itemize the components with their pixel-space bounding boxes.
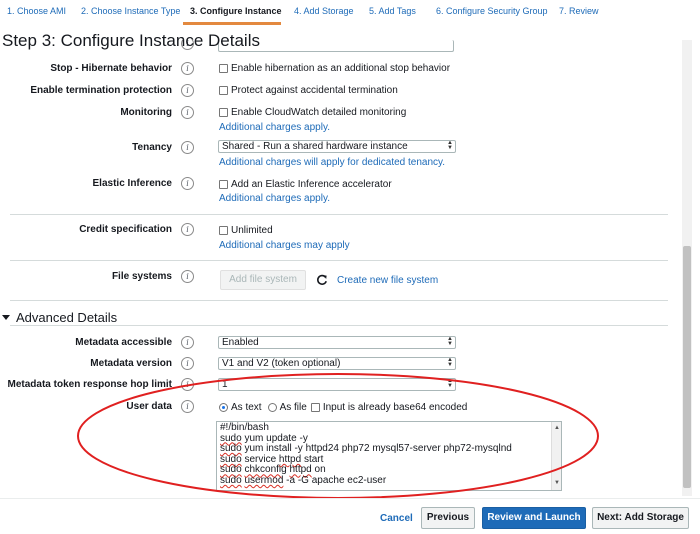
- tab-choose-ami[interactable]: 1. Choose AMI: [7, 6, 66, 16]
- metadata-version-value: V1 and V2 (token optional): [222, 358, 341, 369]
- monitoring-charges-link[interactable]: Additional charges apply.: [219, 122, 330, 133]
- user-data-line: #!/bin/bash: [220, 422, 269, 433]
- tab-configure-instance[interactable]: 3. Configure Instance: [190, 6, 282, 16]
- tab-configure-security-group[interactable]: 6. Configure Security Group: [436, 6, 548, 16]
- hop-limit-value: 1: [222, 379, 228, 390]
- tenancy-select[interactable]: Shared - Run a shared hardware instance …: [218, 140, 456, 153]
- select-arrows-icon: ▲ ▼: [447, 357, 453, 368]
- termination-checkbox-row[interactable]: Protect against accidental termination: [219, 85, 398, 96]
- elastic-inference-checkbox-row[interactable]: Add an Elastic Inference accelerator: [219, 179, 392, 190]
- tenancy-charges-link[interactable]: Additional charges will apply for dedica…: [219, 157, 445, 168]
- base64-checkbox[interactable]: [310, 403, 320, 412]
- cancel-link[interactable]: Cancel: [380, 513, 413, 524]
- monitoring-label: Monitoring: [120, 107, 172, 118]
- divider: [10, 260, 668, 261]
- next-add-storage-button[interactable]: Next: Add Storage: [592, 507, 689, 529]
- divider: [10, 214, 668, 215]
- page-title: Step 3: Configure Instance Details: [2, 31, 260, 50]
- credit-charges-link[interactable]: Additional charges may apply: [219, 240, 350, 251]
- as-text-label: As text: [231, 402, 262, 413]
- review-and-launch-button[interactable]: Review and Launch: [482, 507, 586, 529]
- user-data-label: User data: [126, 401, 172, 412]
- user-data-options: As text As file Input is already base64 …: [219, 402, 467, 413]
- add-file-system-button[interactable]: Add file system: [220, 270, 306, 290]
- tab-add-tags[interactable]: 5. Add Tags: [369, 6, 416, 16]
- stop-hibernate-label: Stop - Hibernate behavior: [50, 63, 172, 74]
- info-icon[interactable]: i: [181, 223, 194, 236]
- as-text-radio[interactable]: [219, 403, 228, 412]
- monitoring-checkbox-label: Enable CloudWatch detailed monitoring: [231, 107, 407, 118]
- divider: [10, 300, 668, 301]
- divider: [10, 325, 668, 326]
- metadata-accessible-label: Metadata accessible: [75, 337, 172, 348]
- metadata-version-label: Metadata version: [90, 358, 172, 369]
- tab-choose-instance-type[interactable]: 2. Choose Instance Type: [81, 6, 180, 16]
- unlimited-checkbox-row[interactable]: Unlimited: [219, 225, 273, 236]
- hop-limit-label: Metadata token response hop limit: [7, 379, 172, 390]
- wizard-tabs: 1. Choose AMI 2. Choose Instance Type 3.…: [0, 0, 700, 26]
- termination-checkbox[interactable]: [219, 86, 228, 95]
- scroll-down-icon[interactable]: ▼: [554, 478, 560, 489]
- create-file-system-link[interactable]: Create new file system: [337, 275, 438, 286]
- elastic-inference-charges-link[interactable]: Additional charges apply.: [219, 193, 330, 204]
- hop-limit-select[interactable]: 1 ▲ ▼: [218, 378, 456, 391]
- termination-protection-label: Enable termination protection: [30, 85, 172, 96]
- metadata-version-select[interactable]: V1 and V2 (token optional) ▲ ▼: [218, 357, 456, 370]
- caret-down-icon: [2, 315, 10, 320]
- info-icon[interactable]: i: [181, 84, 194, 97]
- select-arrows-icon: ▲ ▼: [447, 378, 453, 389]
- active-tab-indicator: [183, 22, 281, 25]
- previous-button[interactable]: Previous: [421, 507, 475, 529]
- metadata-accessible-value: Enabled: [222, 337, 259, 348]
- unlimited-checkbox-label: Unlimited: [231, 225, 273, 236]
- elastic-inference-checkbox[interactable]: [219, 180, 228, 189]
- advanced-details-title: Advanced Details: [16, 310, 118, 325]
- scroll-up-icon[interactable]: ▲: [554, 423, 560, 434]
- elastic-inference-label: Elastic Inference: [92, 178, 172, 189]
- refresh-icon[interactable]: [316, 274, 328, 286]
- tab-add-storage[interactable]: 4. Add Storage: [294, 6, 354, 16]
- tab-review[interactable]: 7. Review: [559, 6, 599, 16]
- monitoring-checkbox-row[interactable]: Enable CloudWatch detailed monitoring: [219, 107, 406, 118]
- info-icon[interactable]: i: [181, 378, 194, 391]
- termination-checkbox-label: Protect against accidental termination: [231, 85, 398, 96]
- credit-specification-label: Credit specification: [79, 224, 172, 235]
- info-icon[interactable]: i: [181, 62, 194, 75]
- hibernation-checkbox[interactable]: [219, 64, 228, 73]
- info-icon[interactable]: i: [181, 400, 194, 413]
- info-icon[interactable]: i: [181, 141, 194, 154]
- hibernation-checkbox-row[interactable]: Enable hibernation as an additional stop…: [219, 63, 450, 74]
- select-arrows-icon: ▲ ▼: [447, 336, 453, 347]
- base64-checkbox-label: Input is already base64 encoded: [322, 402, 468, 413]
- as-file-radio[interactable]: [267, 403, 277, 412]
- textarea-scrollbar[interactable]: ▲ ▼: [551, 422, 561, 490]
- user-data-line: sudo usermod -a -G apache ec2-user: [220, 474, 387, 486]
- unlimited-checkbox[interactable]: [219, 226, 228, 235]
- info-icon[interactable]: i: [181, 357, 194, 370]
- info-icon[interactable]: i: [181, 177, 194, 190]
- file-systems-label: File systems: [111, 271, 172, 282]
- user-data-textarea[interactable]: #!/bin/bash sudo yum update -y sudo yum …: [216, 421, 562, 491]
- page-scrollbar-thumb[interactable]: [683, 246, 691, 488]
- advanced-details-toggle[interactable]: Advanced Details: [2, 310, 117, 325]
- info-icon[interactable]: i: [181, 106, 194, 119]
- tenancy-label: Tenancy: [132, 142, 172, 153]
- select-arrows-icon: ▲ ▼: [447, 140, 453, 151]
- info-icon[interactable]: i: [181, 336, 194, 349]
- hibernation-checkbox-label: Enable hibernation as an additional stop…: [231, 63, 451, 74]
- monitoring-checkbox[interactable]: [219, 108, 228, 117]
- tenancy-select-value: Shared - Run a shared hardware instance: [222, 141, 408, 152]
- info-icon[interactable]: i: [181, 270, 194, 283]
- as-file-label: As file: [279, 402, 307, 413]
- footer-bar: Cancel Previous Review and Launch Next: …: [0, 498, 700, 534]
- metadata-accessible-select[interactable]: Enabled ▲ ▼: [218, 336, 456, 349]
- elastic-inference-checkbox-label: Add an Elastic Inference accelerator: [231, 179, 392, 190]
